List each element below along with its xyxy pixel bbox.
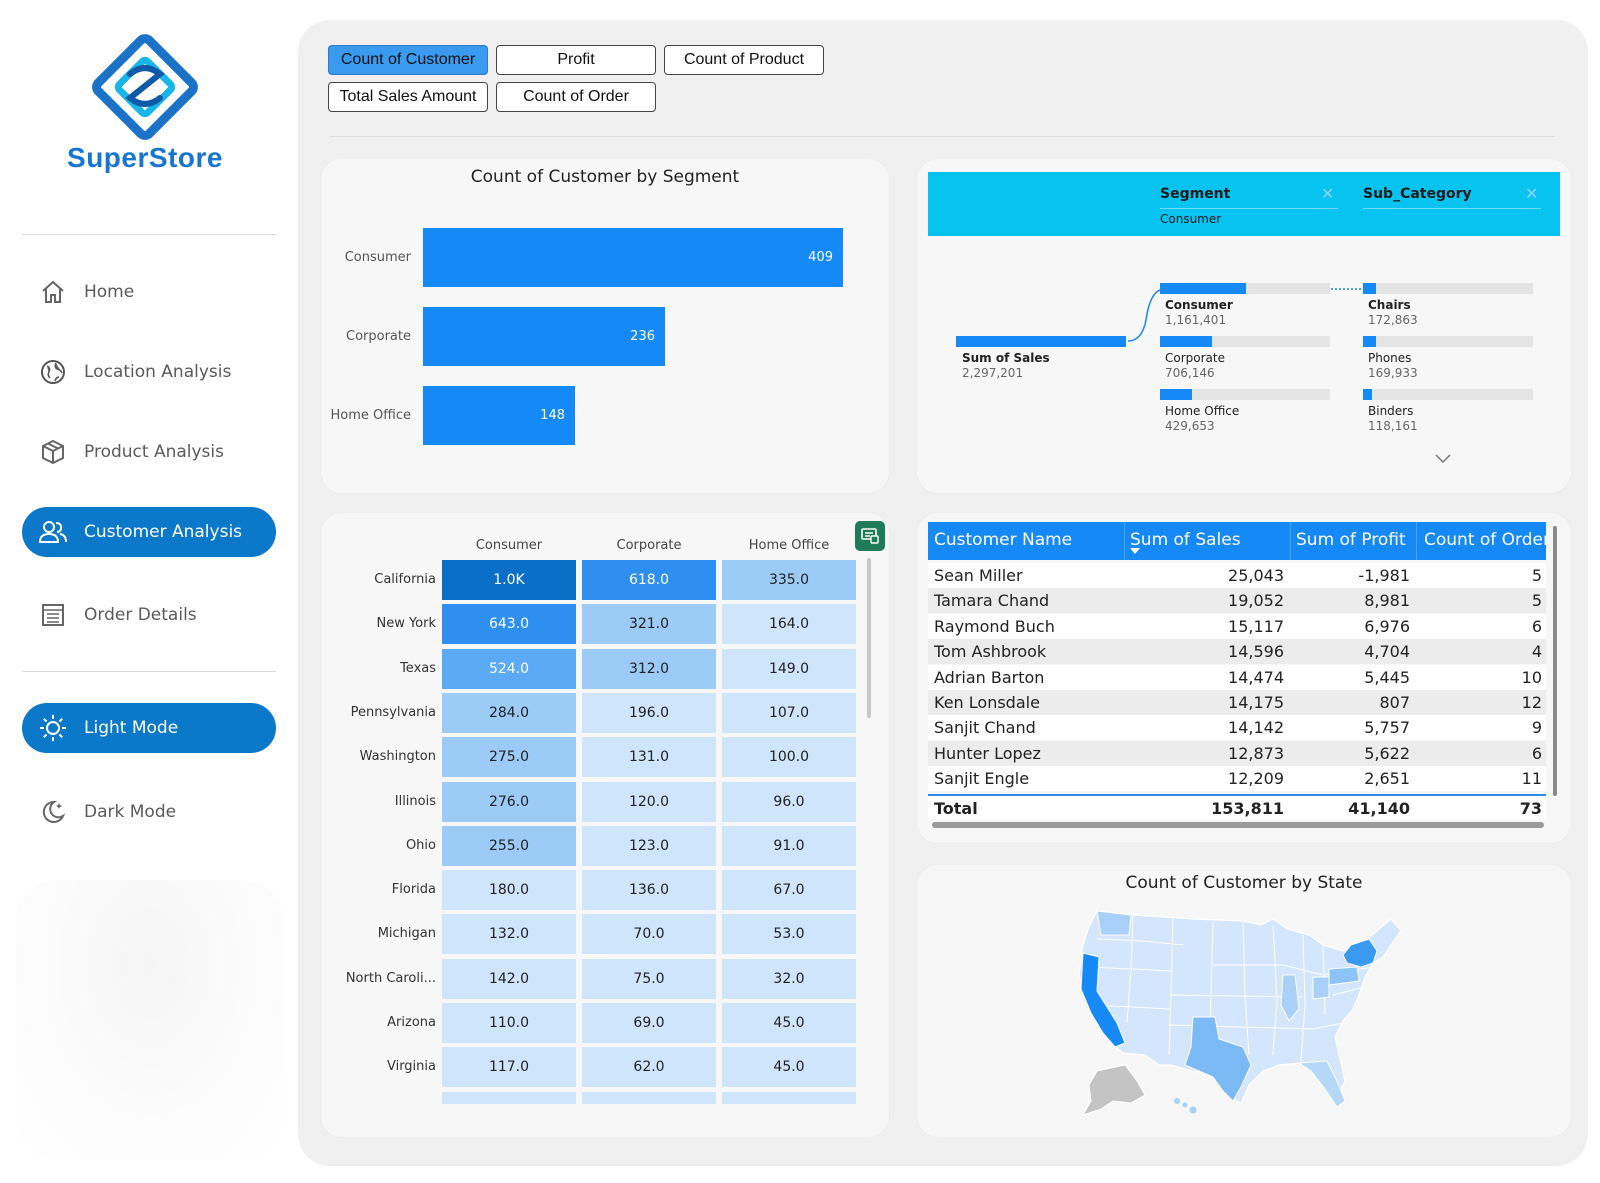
decomp-root-label: Sum of Sales (962, 351, 1050, 365)
decomp-level1-value: 1,161,401 (1165, 313, 1227, 327)
table-total-cell: 41,140 (1348, 799, 1410, 818)
decomp-level1-label: Home Office (1165, 404, 1240, 418)
table-cell: 14,142 (1228, 718, 1284, 737)
table-cell: 12,209 (1228, 769, 1284, 788)
table-cell: 6 (1531, 617, 1542, 636)
chevron-down-icon[interactable] (1433, 450, 1453, 469)
table-cell: Tamara Chand (934, 591, 1050, 610)
decomp-level1-bar[interactable] (1160, 283, 1330, 294)
table-cell: -1,981 (1358, 566, 1410, 585)
decomp-level1-label: Consumer (1165, 298, 1233, 312)
table-total-cell: 153,811 (1211, 799, 1284, 818)
decomp-level1-value: 429,653 (1165, 419, 1215, 433)
table-cell: 11 (1521, 769, 1542, 788)
table-cell: Sanjit Chand (934, 718, 1036, 737)
table-cell: 807 (1379, 693, 1410, 712)
table-cell: 12 (1521, 693, 1542, 712)
decomp-bar-fill (1363, 336, 1376, 347)
table-cell: 19,052 (1228, 591, 1284, 610)
decomp-root-bar[interactable] (956, 336, 1126, 347)
state-washington (1096, 910, 1132, 936)
table-total-cell: 73 (1519, 799, 1542, 818)
table-row[interactable]: Adrian Barton 14,474 5,445 10 (928, 665, 1546, 690)
decomp-bar-fill (1363, 389, 1372, 400)
decomp-bar-fill (1363, 283, 1376, 294)
table-cell: Hunter Lopez (934, 744, 1041, 763)
table-row[interactable]: Sean Miller 25,043 -1,981 5 (928, 563, 1546, 588)
table-cell: 6 (1531, 744, 1542, 763)
table-cell: 6,976 (1364, 617, 1410, 636)
column-divider (1124, 522, 1125, 560)
table-cell: 4 (1531, 642, 1542, 661)
decomp-level2-label: Chairs (1368, 298, 1411, 312)
table-cell: 4,704 (1364, 642, 1410, 661)
state-map-card: Count of Customer by State (916, 864, 1572, 1138)
table-row[interactable]: Hunter Lopez 12,873 5,622 6 (928, 741, 1546, 766)
table-cell: 5 (1531, 591, 1542, 610)
table-row[interactable]: Raymond Buch 15,117 6,976 6 (928, 614, 1546, 639)
table-cell: 10 (1521, 668, 1542, 687)
state-ohio (1312, 976, 1330, 1000)
table-cell: 14,474 (1228, 668, 1284, 687)
table-cell: 25,043 (1228, 566, 1284, 585)
decomp-level1-bar[interactable] (1160, 389, 1330, 400)
table-row[interactable]: Tamara Chand 19,052 8,981 5 (928, 588, 1546, 613)
table-column-header[interactable]: Count of Order (1424, 530, 1546, 550)
table-row[interactable]: Sanjit Chand 14,142 5,757 9 (928, 715, 1546, 740)
decomp-bar-fill (1160, 336, 1212, 347)
us-choropleth-map (1078, 910, 1402, 1116)
table-cell: 12,873 (1228, 744, 1284, 763)
table-column-header[interactable]: Sum of Sales (1130, 530, 1241, 550)
table-cell: Tom Ashbrook (934, 642, 1047, 661)
table-cell: 2,651 (1364, 769, 1410, 788)
decomp-level2-label: Binders (1368, 404, 1414, 418)
table-cell: 5 (1531, 566, 1542, 585)
table-cell: 5,622 (1364, 744, 1410, 763)
decomp-level1-bar[interactable] (1160, 336, 1330, 347)
table-column-header[interactable]: Customer Name (934, 530, 1072, 550)
customer-table-header: Customer Name Sum of Sales Sum of Profit Co… (928, 522, 1546, 560)
map-title: Count of Customer by State (1125, 873, 1363, 893)
sort-descending-icon[interactable] (1130, 548, 1140, 554)
decomp-level2-bar[interactable] (1363, 336, 1533, 347)
table-cell: 14,175 (1228, 693, 1284, 712)
table-cell: Sanjit Engle (934, 769, 1030, 788)
decomp-level1-label: Corporate (1165, 351, 1225, 365)
decomp-bar-fill (1160, 283, 1246, 294)
decomp-level2-bar[interactable] (1363, 283, 1533, 294)
table-cell: Sean Miller (934, 566, 1023, 585)
decomp-root-value: 2,297,201 (962, 366, 1024, 380)
decomp-level1-value: 706,146 (1165, 366, 1215, 380)
decomp-level2-label: Phones (1368, 351, 1412, 365)
decomp-bar-fill (1160, 389, 1192, 400)
decomp-level2-bar[interactable] (1363, 389, 1533, 400)
table-total-row: Total 153,811 41,140 73 (928, 794, 1546, 819)
table-row[interactable]: Sanjit Engle 12,209 2,651 11 (928, 766, 1546, 791)
table-cell: 14,596 (1228, 642, 1284, 661)
decomp-level2-value: 118,161 (1368, 419, 1418, 433)
table-cell: 15,117 (1228, 617, 1284, 636)
decomp-level2-value: 169,933 (1368, 366, 1418, 380)
table-cell: Adrian Barton (934, 668, 1045, 687)
table-column-header[interactable]: Sum of Profit (1296, 530, 1406, 550)
table-cell: 5,757 (1364, 718, 1410, 737)
decomp-level2-value: 172,863 (1368, 313, 1418, 327)
table-horizontal-scrollbar[interactable] (932, 822, 1544, 828)
table-cell: Ken Lonsdale (934, 693, 1040, 712)
table-vertical-scrollbar[interactable] (1553, 526, 1557, 796)
table-row[interactable]: Ken Lonsdale 14,175 807 12 (928, 690, 1546, 715)
table-cell: 8,981 (1364, 591, 1410, 610)
table-row[interactable]: Tom Ashbrook 14,596 4,704 4 (928, 639, 1546, 664)
state-hawaii (1174, 1098, 1197, 1114)
table-cell: Raymond Buch (934, 617, 1055, 636)
column-divider (1290, 522, 1291, 560)
table-cell: 5,445 (1364, 668, 1410, 687)
table-total-cell: Total (934, 799, 978, 818)
column-divider (1416, 522, 1417, 560)
customer-table-viewport: Customer Name Sum of Sales Sum of Profit Co… (928, 520, 1546, 820)
state-new-york (1342, 938, 1378, 968)
table-cell: 9 (1531, 718, 1542, 737)
state-alaska (1081, 1064, 1146, 1116)
